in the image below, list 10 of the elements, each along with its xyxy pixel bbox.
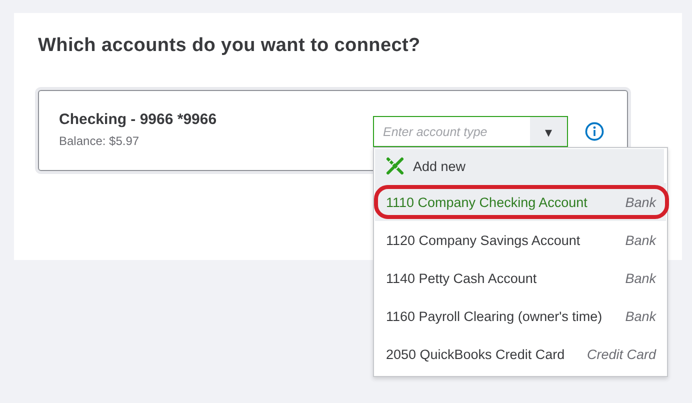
account-option[interactable]: 1120 Company Savings Account Bank xyxy=(375,221,666,259)
add-new-option[interactable]: Add new xyxy=(375,149,664,183)
account-option[interactable]: 1160 Payroll Clearing (owner's time) Bank xyxy=(375,297,666,335)
pencil-ruler-icon xyxy=(385,156,405,176)
account-option[interactable]: 2050 QuickBooks Credit Card Credit Card xyxy=(375,335,666,373)
account-name: Checking - 9966 *9966 xyxy=(59,111,217,128)
account-balance: Balance: $5.97 xyxy=(59,134,140,148)
account-option[interactable]: 1140 Petty Cash Account Bank xyxy=(375,259,666,297)
info-icon[interactable] xyxy=(585,122,604,141)
page-title: Which accounts do you want to connect? xyxy=(38,35,422,58)
